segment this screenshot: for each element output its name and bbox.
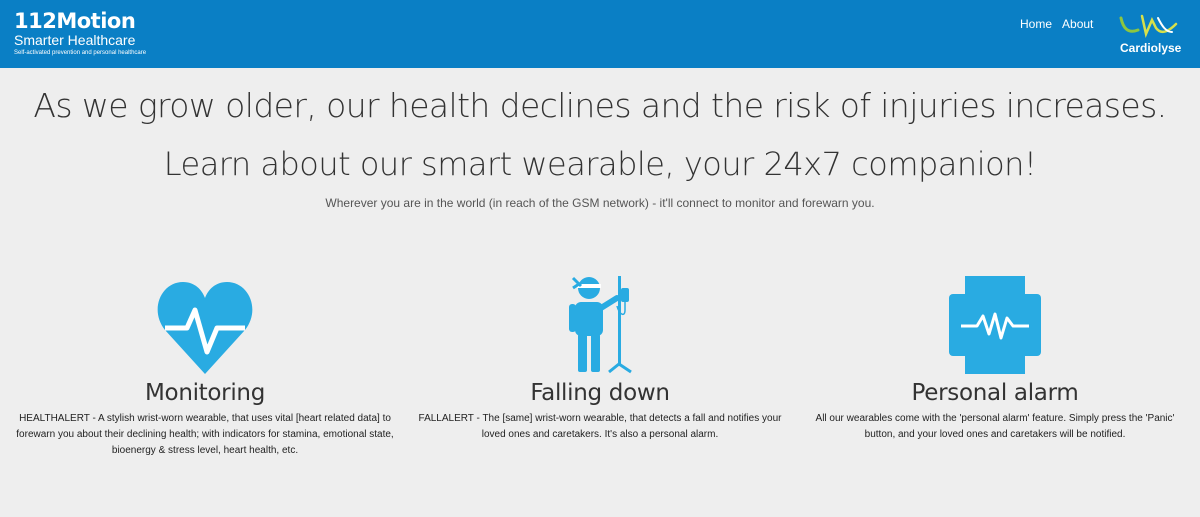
brand-name: 112Motion [14, 9, 136, 33]
nav-home-link[interactable]: Home [1020, 17, 1052, 31]
feature-description: FALLALERT - The [same] wrist-worn wearab… [418, 413, 782, 440]
feature-description: HEALTHALERT - A stylish wrist-worn weara… [16, 413, 394, 456]
brand-subtitle: Smarter Healthcare [14, 32, 136, 48]
feature-title: Monitoring [145, 380, 265, 406]
hero-note: Wherever you are in the world (in reach … [325, 196, 875, 210]
watch-pulse-icon [805, 272, 1185, 376]
top-navigation-bar: 112Motion Smarter Healthcare Self-activa… [0, 0, 1200, 68]
heart-pulse-icon [15, 272, 395, 376]
hero-headline: As we grow older, our health declines an… [33, 86, 1167, 125]
hero-subheadline: Learn about our smart wearable, your 24x… [163, 145, 1037, 183]
feature-monitoring: Monitoring HEALTHALERT - A stylish wrist… [15, 272, 395, 459]
nav-about-link[interactable]: About [1062, 17, 1093, 31]
partner-logo-text: Cardiolyse [1120, 41, 1182, 55]
partner-logo[interactable]: Cardiolyse [1118, 12, 1188, 56]
feature-title: Personal alarm [911, 380, 1079, 406]
main-nav: Home About [1020, 17, 1093, 31]
feature-falling-down: Falling down FALLALERT - The [same] wris… [410, 272, 790, 443]
cardiolyse-wave-icon [1119, 14, 1178, 39]
feature-title: Falling down [530, 380, 670, 406]
feature-description: All our wearables come with the 'persona… [815, 413, 1175, 440]
brand-logo[interactable]: 112Motion Smarter Healthcare Self-activa… [14, 10, 146, 57]
patient-iv-icon [410, 272, 790, 376]
feature-personal-alarm: Personal alarm All our wearables come wi… [805, 272, 1185, 443]
brand-tagline: Self-activated prevention and personal h… [14, 50, 147, 56]
